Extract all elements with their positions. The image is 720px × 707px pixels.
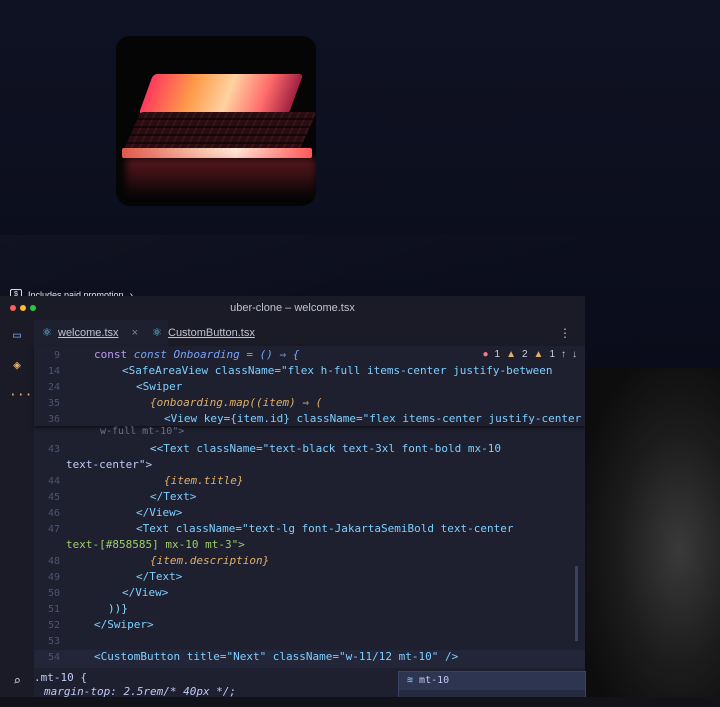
more-actions-icon[interactable]: ⋮ bbox=[559, 326, 571, 340]
scrollbar[interactable] bbox=[575, 566, 578, 641]
titlebar: uber-clone – welcome.tsx bbox=[0, 296, 585, 320]
line-number: 35 bbox=[47, 398, 60, 409]
code-line: w-full mt-10"> bbox=[100, 426, 185, 437]
explorer-icon[interactable]: ▭ bbox=[9, 328, 25, 344]
code-line: text-center"> bbox=[66, 458, 153, 471]
react-icon: ⚛ bbox=[152, 327, 162, 339]
code-line: </Text> bbox=[150, 490, 197, 503]
laptop-thumbnail bbox=[116, 36, 316, 206]
line-number: 36 bbox=[47, 414, 60, 425]
code-line: {item.title} bbox=[164, 474, 244, 487]
source-control-icon[interactable]: ◈ bbox=[9, 358, 25, 374]
tab-label: welcome.tsx bbox=[58, 327, 119, 339]
line-number: 51 bbox=[47, 604, 60, 615]
line-number: 9 bbox=[53, 350, 60, 361]
editor-window: uber-clone – welcome.tsx ▭ ◈ ··· ⌕ ▣ ⚛ w… bbox=[0, 296, 585, 697]
laptop-keyboard bbox=[123, 112, 316, 150]
code-line: </Text> bbox=[136, 570, 183, 583]
info-icon: ▲ bbox=[533, 349, 544, 360]
window-controls bbox=[10, 305, 36, 311]
code-line: </View> bbox=[136, 506, 183, 519]
sticky-scroll-header: 9 const const Onboarding = () ⇒ { 14 <Sa… bbox=[34, 346, 585, 426]
line-number: 46 bbox=[47, 508, 60, 519]
autocomplete-popup: ≋ mt-10 bbox=[398, 671, 586, 699]
laptop-screen bbox=[138, 74, 304, 114]
code-line: {item.description} bbox=[150, 554, 270, 567]
code-line: text-[#858585] mx-10 mt-3"> bbox=[66, 538, 245, 551]
arrow-down-icon[interactable]: ↓ bbox=[572, 349, 577, 360]
bottom-strip bbox=[0, 697, 720, 707]
line-number: 43 bbox=[47, 444, 60, 455]
error-count: 1 bbox=[494, 349, 501, 360]
css-hover-line: margin-top: 2.5rem/* 40px */; bbox=[44, 685, 237, 697]
activity-bar: ▭ ◈ ··· ⌕ ▣ bbox=[0, 320, 34, 697]
code-line: <View key={item.id} className="flex item… bbox=[164, 412, 582, 425]
code-line: const const Onboarding = () ⇒ { bbox=[94, 348, 300, 361]
line-number: 50 bbox=[47, 588, 60, 599]
background-blur bbox=[585, 368, 720, 698]
info-count: 1 bbox=[549, 349, 555, 360]
laptop-reflection bbox=[126, 158, 316, 198]
line-number: 45 bbox=[47, 492, 60, 503]
code-editor[interactable]: 43 <<Text className="text-black text-3xl… bbox=[34, 346, 585, 697]
window-title: uber-clone – welcome.tsx bbox=[230, 302, 355, 314]
line-number: 49 bbox=[47, 572, 60, 583]
minimize-window-button[interactable] bbox=[20, 305, 26, 311]
laptop-base bbox=[122, 148, 312, 158]
react-icon: ⚛ bbox=[42, 327, 52, 339]
code-line: <Text className="text-lg font-JakartaSem… bbox=[136, 522, 514, 535]
maximize-window-button[interactable] bbox=[30, 305, 36, 311]
line-number: 54 bbox=[47, 652, 60, 663]
line-number: 24 bbox=[47, 382, 60, 393]
code-line: <SafeAreaView className="flex h-full ite… bbox=[122, 364, 553, 377]
line-number: 14 bbox=[47, 366, 60, 377]
line-number: 53 bbox=[47, 636, 60, 647]
css-hover-line: .mt-10 { bbox=[34, 671, 87, 684]
diagnostics-summary[interactable]: ● 1 ▲ 2 ▲ 1 ↑ ↓ bbox=[482, 349, 577, 360]
suggestion-item[interactable]: ≋ mt-10 bbox=[399, 672, 585, 690]
close-window-button[interactable] bbox=[10, 305, 16, 311]
close-icon[interactable]: × bbox=[132, 327, 138, 339]
line-number: 44 bbox=[47, 476, 60, 487]
code-line: <<Text className="text-black text-3xl fo… bbox=[150, 442, 501, 455]
more-icon[interactable]: ··· bbox=[9, 388, 32, 404]
code-line: </View> bbox=[122, 586, 169, 599]
line-number: 52 bbox=[47, 620, 60, 631]
code-line: {onboarding.map((item) ⇒ ( bbox=[150, 396, 323, 409]
line-number: 47 bbox=[47, 524, 60, 535]
warning-icon: ▲ bbox=[506, 349, 516, 360]
tab-label: CustomButton.tsx bbox=[168, 327, 255, 339]
code-line: <Swiper bbox=[136, 380, 183, 393]
tab-bar: ⚛ welcome.tsx × ⚛ CustomButton.tsx ⋮ bbox=[34, 320, 585, 347]
warning-count: 2 bbox=[521, 349, 528, 360]
code-line: <CustomButton title="Next" className="w-… bbox=[94, 650, 459, 663]
code-line: ))} bbox=[108, 602, 128, 615]
arrow-up-icon[interactable]: ↑ bbox=[561, 349, 566, 360]
line-number: 48 bbox=[47, 556, 60, 567]
error-icon: ● bbox=[482, 349, 489, 360]
tab-custombutton[interactable]: ⚛ CustomButton.tsx bbox=[144, 320, 308, 346]
code-line: </Swiper> bbox=[94, 618, 154, 631]
search-icon[interactable]: ⌕ bbox=[9, 674, 25, 690]
